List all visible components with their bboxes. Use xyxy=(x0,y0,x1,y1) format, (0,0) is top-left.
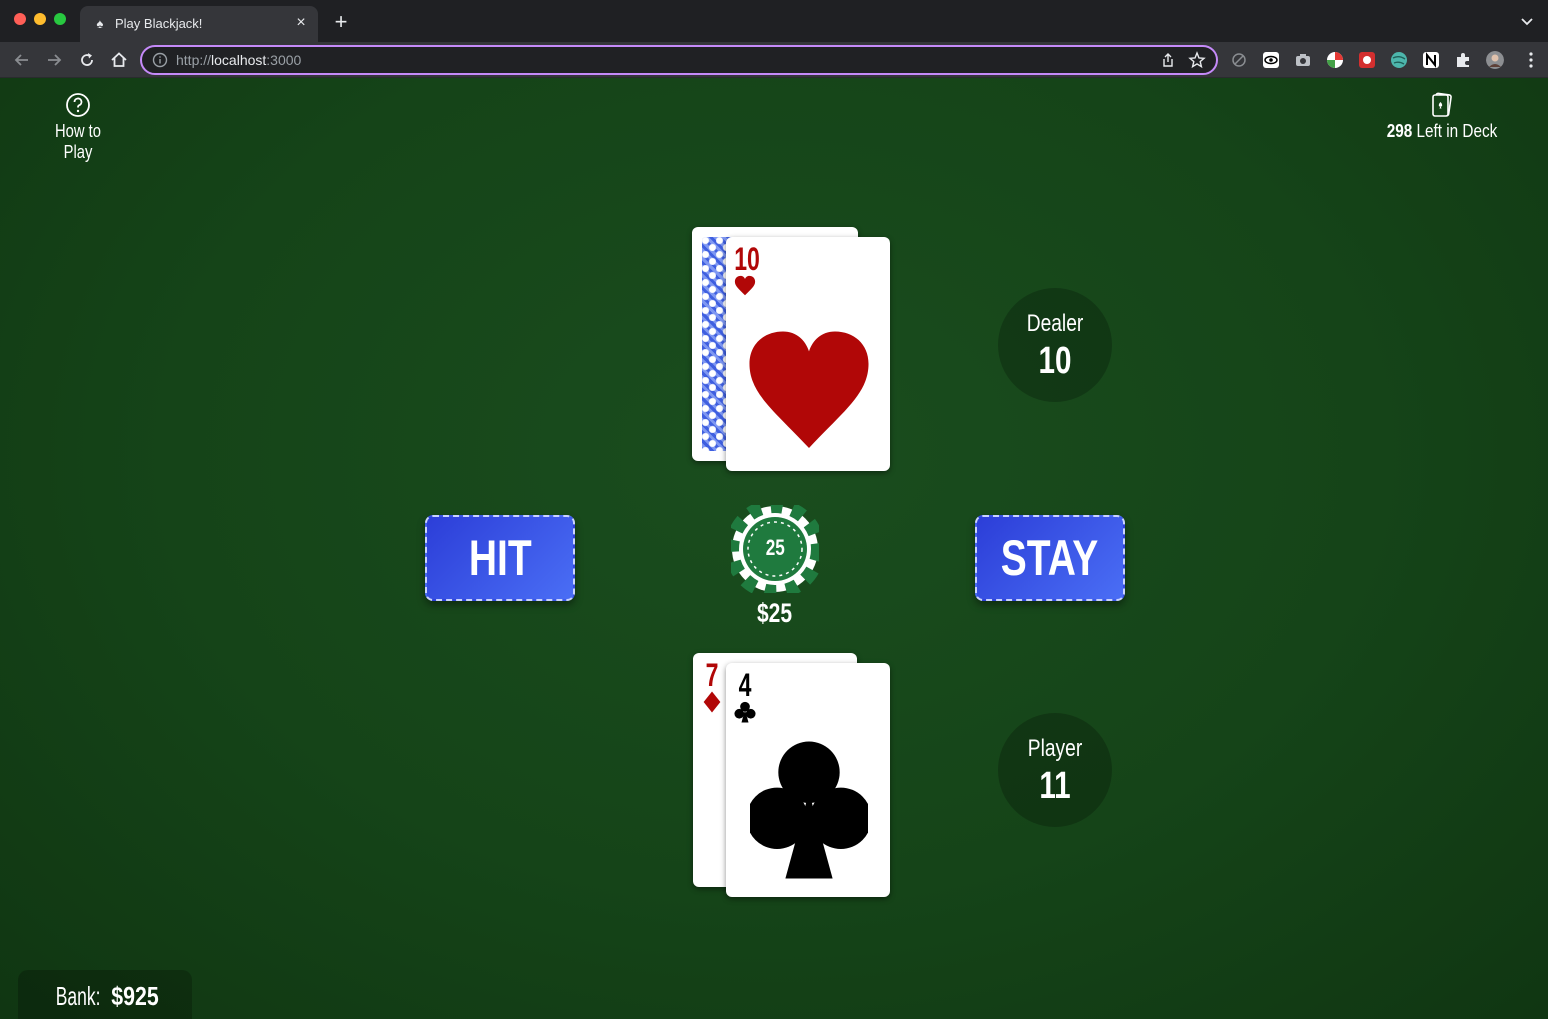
close-tab-icon[interactable]: × xyxy=(292,14,310,32)
bet-chip: 25 xyxy=(725,499,825,599)
stay-button[interactable]: STAY xyxy=(975,515,1125,601)
deck-suffix: Left in Deck xyxy=(1416,121,1498,141)
card-rank: 7 xyxy=(705,657,719,693)
deck-count-text: 298 Left in Deck xyxy=(1383,121,1502,142)
card-rank: 4 xyxy=(738,667,752,703)
dealer-score: Dealer 10 xyxy=(998,288,1112,402)
dealer-label: Dealer xyxy=(1026,310,1084,337)
new-tab-button[interactable]: + xyxy=(330,11,352,33)
deck-count: 298 xyxy=(1386,121,1413,141)
bet-amount: $25 xyxy=(757,598,793,628)
dealer-card-10-hearts: 10 xyxy=(726,237,890,471)
puzzle-extensions-icon[interactable] xyxy=(1454,51,1472,69)
red-extension-icon[interactable] xyxy=(1358,51,1376,69)
club-suit-large-icon xyxy=(750,741,868,879)
chevron-down-icon[interactable] xyxy=(1520,14,1534,28)
address-bar[interactable]: http://localhost:3000 xyxy=(140,45,1218,75)
club-suit-icon xyxy=(734,701,756,723)
eye-extension-icon[interactable] xyxy=(1262,51,1280,69)
bank-amount: $925 xyxy=(111,981,159,1011)
extension-icon[interactable] xyxy=(1230,51,1248,69)
url-text: http://localhost:3000 xyxy=(176,52,302,68)
player-score-value: 11 xyxy=(1039,765,1071,807)
heart-suit-icon xyxy=(734,275,756,296)
card-rank: 10 xyxy=(734,241,760,277)
window-zoom-button[interactable] xyxy=(54,13,66,25)
forward-arrow-icon[interactable] xyxy=(44,50,64,70)
browser-tab-bar: ♠ Play Blackjack! × + xyxy=(0,0,1548,42)
hit-button[interactable]: HIT xyxy=(425,515,575,601)
back-arrow-icon[interactable] xyxy=(12,50,32,70)
share-icon[interactable] xyxy=(1160,52,1176,68)
dealer-score-value: 10 xyxy=(1038,340,1072,382)
browser-toolbar: http://localhost:3000 xyxy=(0,42,1548,78)
how-to-play-label: How to Play xyxy=(55,121,101,162)
tab-title: Play Blackjack! xyxy=(115,16,203,31)
browser-menu-icon[interactable] xyxy=(1528,51,1534,69)
n-extension-icon[interactable] xyxy=(1422,51,1440,69)
question-circle-icon xyxy=(66,93,90,117)
window-close-button[interactable] xyxy=(14,13,26,25)
favicon-icon: ♠ xyxy=(96,16,104,31)
how-to-play-link[interactable]: How to Play xyxy=(30,92,126,163)
bookmark-star-icon[interactable] xyxy=(1188,51,1206,69)
player-score: Player 11 xyxy=(998,713,1112,827)
window-minimize-button[interactable] xyxy=(34,13,46,25)
card-corner: 4 xyxy=(730,669,760,723)
chip-value: 25 xyxy=(765,535,785,560)
player-label: Player xyxy=(1027,735,1083,762)
browser-tab[interactable]: ♠ Play Blackjack! × xyxy=(80,6,318,42)
site-info-icon[interactable] xyxy=(152,52,168,68)
color-extension-icon[interactable] xyxy=(1326,51,1344,69)
reload-icon[interactable] xyxy=(77,50,97,70)
bank-balance: Bank: $925 xyxy=(18,970,192,1019)
card-corner: 7 xyxy=(697,659,727,713)
card-corner: 10 xyxy=(730,243,760,297)
home-icon[interactable] xyxy=(109,50,129,70)
globe-extension-icon[interactable] xyxy=(1390,51,1408,69)
deck-counter: 298 Left in Deck xyxy=(1372,92,1512,142)
bank-label: Bank: xyxy=(55,981,101,1011)
game-table: How to Play 298 Left in Deck 10 Dealer 1… xyxy=(0,78,1548,1019)
diamond-suit-icon xyxy=(703,691,721,713)
player-card-4-clubs: 4 xyxy=(726,663,890,897)
card-deck-icon xyxy=(1432,92,1452,117)
heart-suit-large-icon xyxy=(749,331,869,449)
camera-extension-icon[interactable] xyxy=(1294,51,1312,69)
profile-avatar-icon[interactable] xyxy=(1486,51,1504,69)
